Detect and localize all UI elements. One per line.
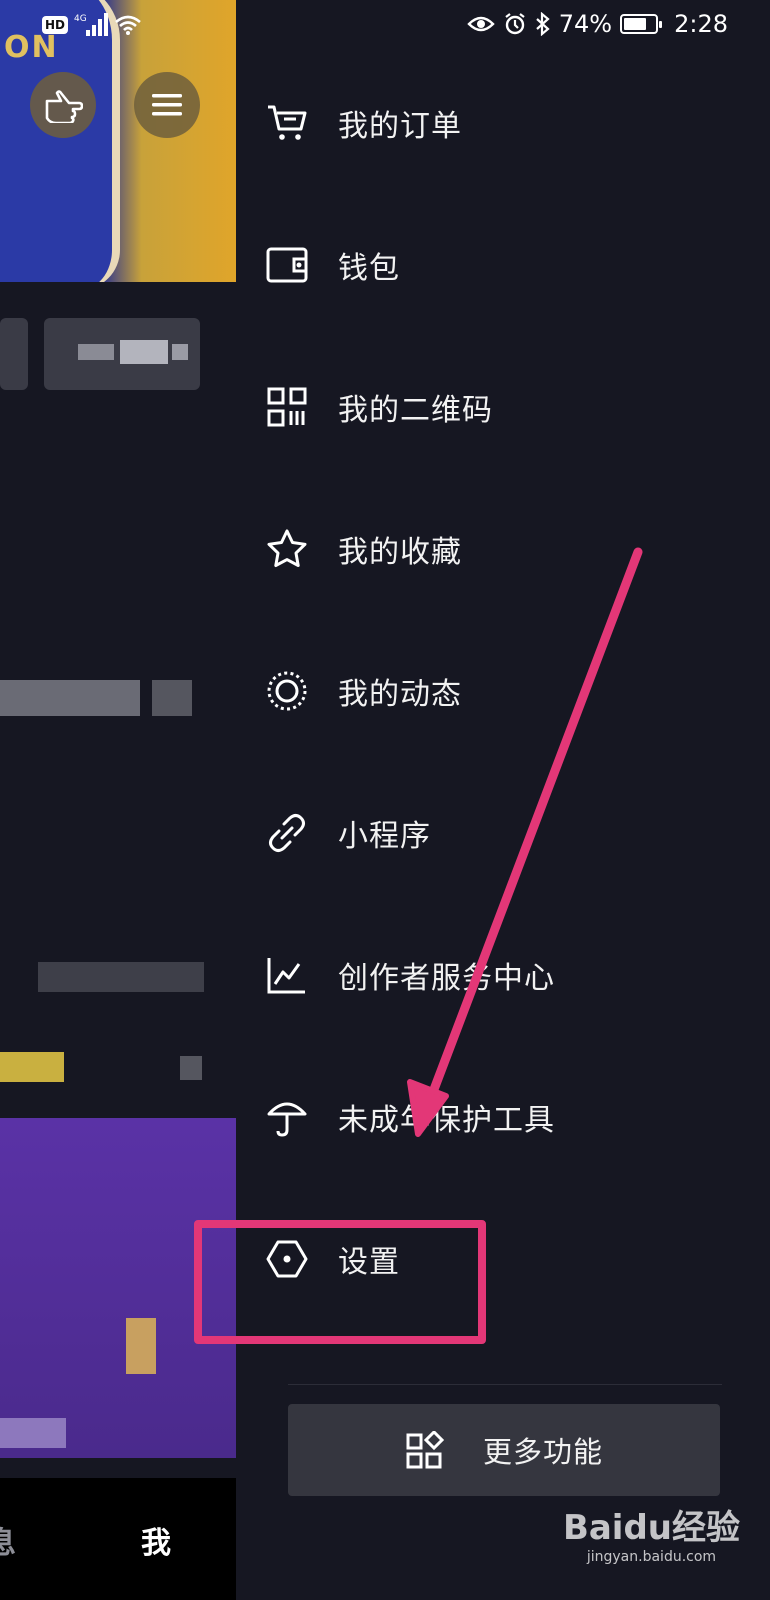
qr-code-icon xyxy=(266,386,308,428)
menu-item-label: 钱包 xyxy=(338,251,400,286)
menu-item-label: 我的二维码 xyxy=(338,393,493,428)
link-icon xyxy=(266,812,308,854)
blurred-chip xyxy=(0,318,28,390)
menu-item-wallet[interactable]: 钱包 xyxy=(266,220,736,310)
bottom-nav xyxy=(0,1478,236,1600)
chart-icon xyxy=(266,954,308,996)
battery-percent: 74% xyxy=(558,10,613,38)
more-features-label: 更多功能 xyxy=(482,1435,603,1469)
blurred-chip xyxy=(44,318,200,390)
cellular-signal-icon: 4G xyxy=(74,13,109,36)
clock: 2:28 xyxy=(674,10,728,38)
blurred-badge xyxy=(0,1052,64,1082)
bluetooth-icon xyxy=(536,12,550,36)
hamburger-menu-icon xyxy=(152,94,182,116)
menu-item-creator-center[interactable]: 创作者服务中心 xyxy=(266,930,736,1020)
menu-item-label: 未成年保护工具 xyxy=(338,1103,555,1138)
blurred-text xyxy=(152,680,192,716)
status-bar: HD 4G 74% 2:28 xyxy=(0,0,770,52)
star-icon xyxy=(266,528,308,570)
umbrella-icon xyxy=(266,1096,308,1138)
wallet-icon xyxy=(266,244,308,286)
menu-item-my-qr-code[interactable]: 我的二维码 xyxy=(266,362,736,452)
menu-item-my-orders[interactable]: 我的订单 xyxy=(266,78,736,168)
menu-button[interactable] xyxy=(134,72,200,138)
blurred-text xyxy=(0,680,140,716)
battery-icon xyxy=(620,14,663,34)
cart-icon xyxy=(266,102,308,144)
settings-highlight-box xyxy=(194,1220,486,1344)
gesture-hand-button[interactable] xyxy=(30,72,96,138)
moments-icon xyxy=(266,670,308,712)
watermark-domain: jingyan.baidu.com xyxy=(586,1549,717,1565)
menu-item-label: 我的收藏 xyxy=(338,535,462,570)
menu-item-mini-programs[interactable]: 小程序 xyxy=(266,788,736,878)
menu-item-my-favorites[interactable]: 我的收藏 xyxy=(266,504,736,594)
drawer-divider xyxy=(288,1384,722,1385)
menu-item-label: 我的动态 xyxy=(338,677,462,712)
eye-comfort-icon xyxy=(467,16,495,32)
hd-voice-badge: HD xyxy=(42,16,69,34)
more-features-button[interactable]: 更多功能 xyxy=(288,1404,720,1496)
bottom-nav-me-tab[interactable]: 我 xyxy=(141,1518,171,1562)
side-drawer: 我的订单 钱包 我的二维码 我的收藏 我的动态 小程序 创作者服务中心 未成年保… xyxy=(236,52,770,1600)
bottom-nav-messages-tab[interactable]: 息 xyxy=(0,1518,16,1562)
watermark-brand: Baidu经验 xyxy=(562,1508,740,1548)
menu-item-label: 创作者服务中心 xyxy=(338,961,555,996)
wifi-icon xyxy=(115,15,141,35)
baidu-jingyan-watermark: Baidu经验 jingyan.baidu.com xyxy=(563,1500,740,1565)
menu-item-label: 我的订单 xyxy=(338,109,462,144)
pointing-hand-icon xyxy=(45,90,83,123)
menu-item-my-moments[interactable]: 我的动态 xyxy=(266,646,736,736)
menu-item-minor-protection[interactable]: 未成年保护工具 xyxy=(266,1072,736,1162)
alarm-icon xyxy=(505,13,525,35)
blurred-text xyxy=(180,1056,202,1080)
blurred-text xyxy=(38,962,204,992)
network-type-label: 4G xyxy=(74,14,87,24)
menu-item-label: 小程序 xyxy=(338,819,431,854)
background-app: ON 息 我 xyxy=(0,0,236,1600)
grid-apps-icon xyxy=(405,1430,445,1470)
